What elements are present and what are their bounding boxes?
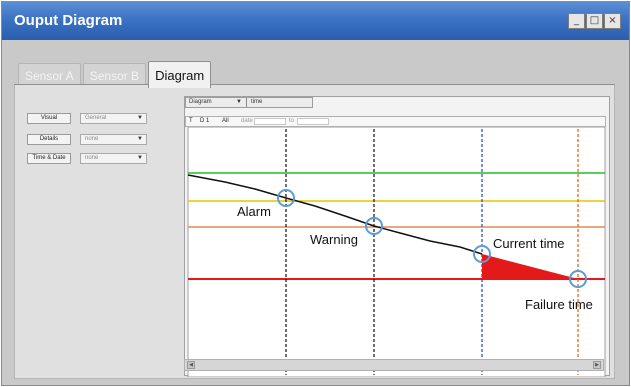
close-icon: × bbox=[608, 15, 617, 26]
toolbar-separator bbox=[246, 98, 247, 107]
minimize-icon: _ bbox=[574, 15, 579, 26]
date-to-input[interactable] bbox=[297, 118, 329, 125]
time-date-button[interactable]: Time & Date bbox=[27, 153, 71, 164]
filter-row: T D 1 All date to bbox=[185, 116, 606, 127]
marker-annotation: Failure time bbox=[525, 297, 593, 312]
time-date-select-value: none bbox=[85, 155, 99, 161]
minimize-button[interactable]: _ bbox=[568, 13, 585, 29]
chart-area: Diagram ▼ time T D 1 All date to NormalA… bbox=[184, 96, 610, 377]
time-date-select[interactable]: none ▼ bbox=[80, 153, 147, 164]
close-button[interactable]: × bbox=[604, 13, 621, 29]
visual-select-value: General bbox=[85, 115, 107, 121]
plot-background bbox=[187, 127, 606, 377]
window-title: Ouput Diagram bbox=[14, 12, 123, 29]
date-from-input[interactable] bbox=[254, 118, 286, 125]
details-select-value: none bbox=[85, 136, 99, 142]
output-diagram-chart: NormalAlarmWarningFailureAlarmWarningCur… bbox=[185, 127, 606, 377]
chart-svg: NormalAlarmWarningFailureAlarmWarningCur… bbox=[187, 127, 606, 377]
to-label: to bbox=[289, 118, 295, 124]
chevron-down-icon: ▼ bbox=[137, 115, 143, 121]
filter-t[interactable]: T bbox=[189, 117, 193, 126]
window-controls: _ □ × bbox=[568, 13, 621, 29]
chevron-down-icon: ▼ bbox=[236, 99, 242, 105]
chevron-down-icon: ▼ bbox=[137, 136, 143, 142]
marker-annotation: Alarm bbox=[237, 204, 271, 219]
diagram-panel: Visual General ▼ Details none ▼ Time & Dat… bbox=[14, 85, 615, 379]
marker-annotation: Warning bbox=[310, 232, 358, 247]
diagram-toolbar: Diagram ▼ time bbox=[185, 97, 313, 108]
marker-annotation: Current time bbox=[493, 236, 565, 251]
diagram-dropdown[interactable]: Diagram bbox=[189, 98, 212, 107]
visual-select[interactable]: General ▼ bbox=[80, 113, 147, 124]
horizontal-scrollbar[interactable]: ◀ ▶ bbox=[184, 359, 604, 371]
maximize-icon: □ bbox=[589, 15, 600, 26]
chevron-down-icon: ▼ bbox=[137, 155, 143, 161]
scroll-left-arrow-icon[interactable]: ◀ bbox=[187, 361, 195, 369]
maximize-button[interactable]: □ bbox=[586, 13, 603, 29]
scroll-right-arrow-icon[interactable]: ▶ bbox=[593, 361, 601, 369]
details-select[interactable]: none ▼ bbox=[80, 134, 147, 145]
date-label: date bbox=[241, 118, 253, 124]
tab-diagram[interactable]: Diagram bbox=[148, 61, 212, 88]
title-bar[interactable]: Ouput Diagram _ □ × bbox=[2, 2, 629, 40]
visual-button[interactable]: Visual bbox=[27, 113, 71, 124]
filter-all[interactable]: All bbox=[222, 117, 229, 126]
time-field[interactable]: time bbox=[251, 98, 262, 107]
filter-d1[interactable]: D 1 bbox=[200, 117, 209, 126]
details-button[interactable]: Details bbox=[27, 134, 71, 145]
